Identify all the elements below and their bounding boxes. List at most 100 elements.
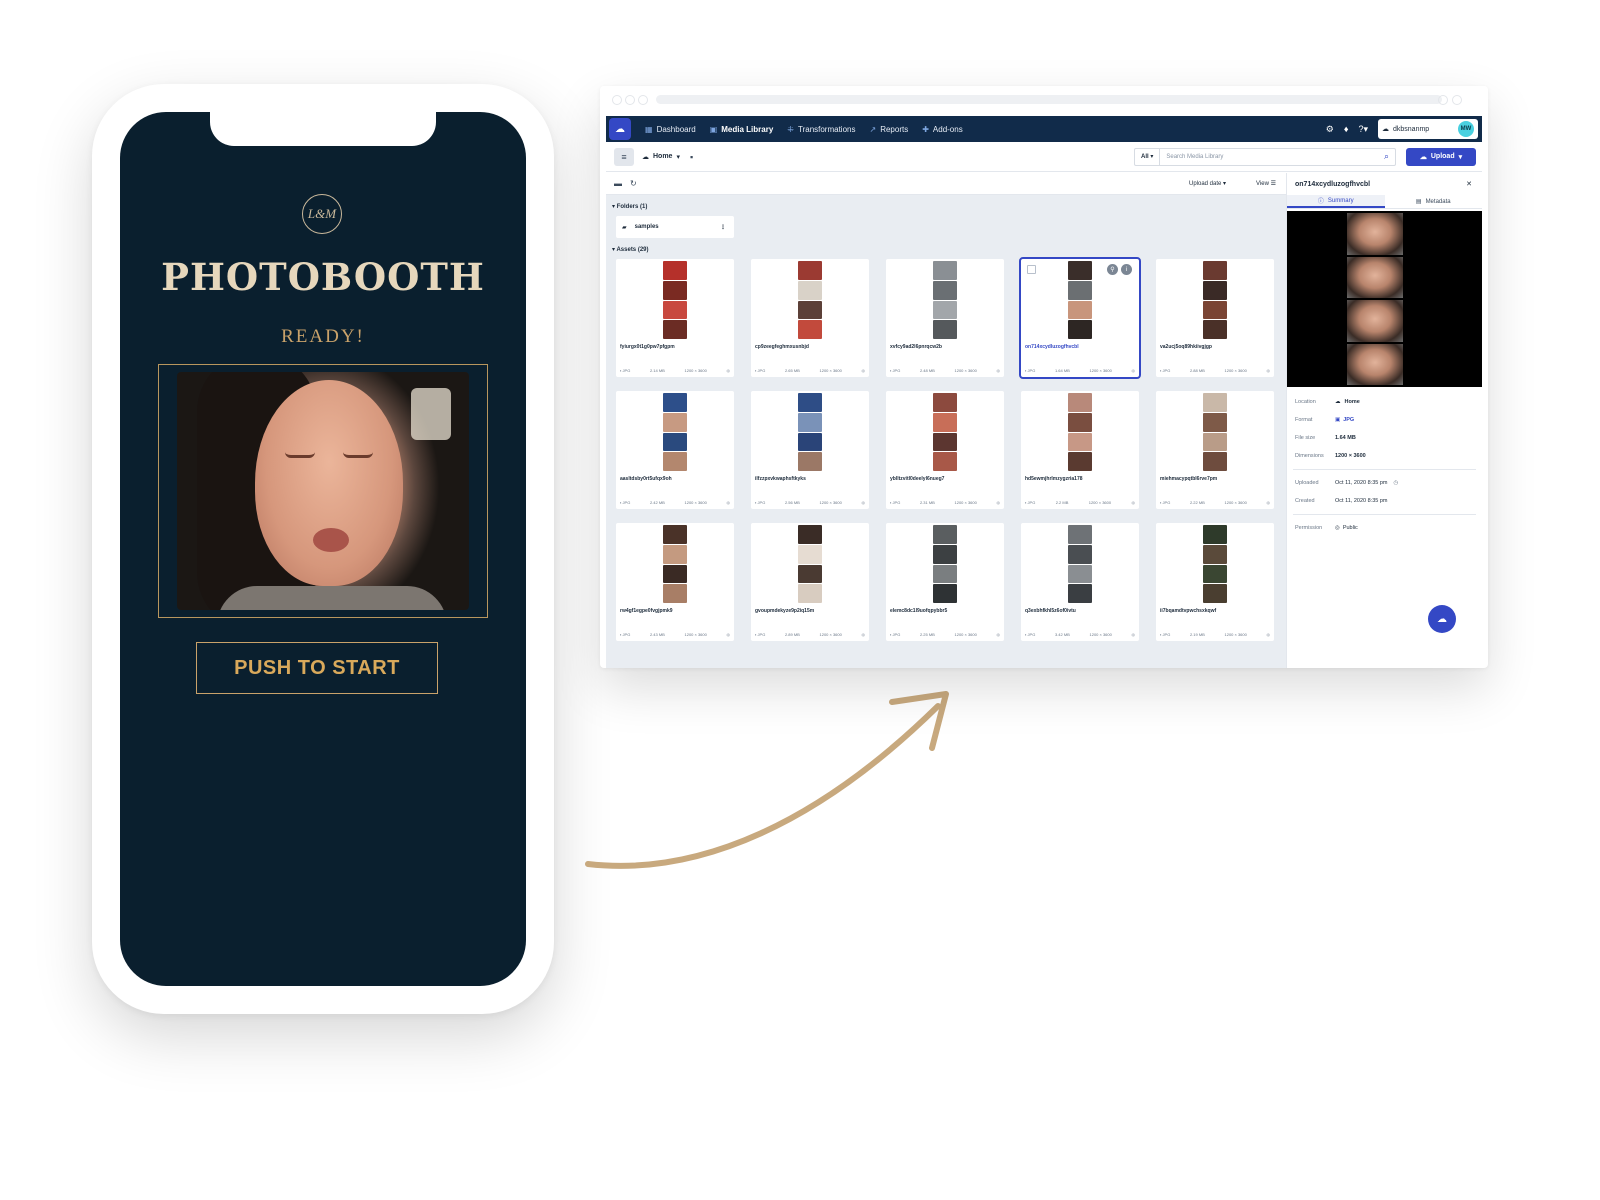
- account-switcher[interactable]: ☁ dkbsnanmp MW: [1378, 119, 1478, 139]
- asset-size: 2.14 MB: [649, 368, 665, 373]
- asset-thumbnail: [1068, 393, 1092, 471]
- asset-card[interactable]: gvoupmdekyze9p2iq15m ▪ JPG 2.89 MB 1200 × 3…: [751, 523, 869, 641]
- search-input[interactable]: Search Media Library: [1160, 154, 1384, 160]
- asset-name: q3exbhfkhl5z6of0ivtu: [1025, 608, 1076, 614]
- thumbnail-frame: [1203, 564, 1227, 584]
- asset-size: 3.42 MB: [1054, 632, 1070, 637]
- folder-name: samples: [634, 224, 659, 230]
- upload-button[interactable]: ☁ Upload ▾: [1406, 147, 1476, 166]
- thumbnail-frame: [1203, 412, 1227, 432]
- asset-dimensions: 1200 × 3600: [684, 632, 707, 637]
- close-icon[interactable]: ✕: [1466, 180, 1472, 188]
- asset-thumbnail: [663, 261, 687, 339]
- asset-meta: ▪ JPG 2.14 MB 1200 × 3600 ◎: [620, 368, 730, 373]
- folder-samples[interactable]: ▰ samples ⋮: [616, 216, 734, 238]
- thumbnail-frame: [1203, 525, 1227, 544]
- nav-right-tools: ⚙ ♦ ?▾ ☁ dkbsnanmp MW: [1326, 119, 1482, 139]
- divider: [1293, 469, 1476, 470]
- thumbnail-frame: [933, 261, 957, 280]
- asset-thumbnail: [1068, 525, 1092, 603]
- link-icon[interactable]: ⚲: [1107, 264, 1118, 275]
- assets-section-label[interactable]: ▾ Assets (29): [612, 246, 1286, 253]
- asset-name: yblltzvitl0deelyl6nueg7: [890, 476, 945, 482]
- asset-card[interactable]: aasltdsby0rt5ufqx9oh ▪ JPG 2.42 MB 1200 × 3…: [616, 391, 734, 509]
- upload-label: Upload: [1430, 153, 1455, 160]
- help-assistant-button[interactable]: ☁: [1428, 605, 1456, 633]
- asset-thumbnail: [798, 525, 822, 603]
- window-dot: [625, 95, 635, 105]
- notifications-icon[interactable]: ♦: [1344, 124, 1349, 134]
- asset-card[interactable]: xvfcy9ad2l6pnrqcw2b ▪ JPG 2.48 MB 1200 × 36…: [886, 259, 1004, 377]
- breadcrumb-home[interactable]: ☁ Home ▾: [642, 153, 680, 161]
- asset-card[interactable]: q3exbhfkhl5z6of0ivtu ▪ JPG 3.42 MB 1200 × 3…: [1021, 523, 1139, 641]
- tab-metadata[interactable]: ▤ Metadata: [1385, 195, 1483, 208]
- details-panel: on714xcydluzogfhvcbl ✕ ⓘ Summary ▤ Metadata…: [1286, 173, 1482, 668]
- asset-thumbnail: [933, 261, 957, 339]
- asset-card[interactable]: fyiurgx0t1g0pw7pfgpm ▪ JPG 2.14 MB 1200 × 3…: [616, 259, 734, 377]
- asset-size: 2.25 MB: [919, 632, 935, 637]
- sort-upload-date[interactable]: Upload date ▾: [1189, 180, 1226, 187]
- asset-card[interactable]: miehmacypqtbl6rve7pm ▪ JPG 2.22 MB 1200 × 3…: [1156, 391, 1274, 509]
- thumbnail-frame: [933, 320, 957, 339]
- globe-icon: ◎: [1131, 500, 1135, 505]
- thumbnail-frame: [1068, 432, 1092, 452]
- asset-card[interactable]: rw4gf1egpe0fvgjpmk9 ▪ JPG 2.43 MB 1200 × 36…: [616, 523, 734, 641]
- asset-format: ▪ JPG: [620, 368, 631, 373]
- folders-section-label[interactable]: ▾ Folders (1): [612, 203, 1286, 210]
- asset-name: on714xcydluzogfhvcbl: [1025, 344, 1079, 350]
- select-checkbox[interactable]: [1027, 265, 1036, 274]
- asset-card[interactable]: cp9zeegfeghmxusnbjd ▪ JPG 2.65 MB 1200 × 36…: [751, 259, 869, 377]
- cloud-logo-icon[interactable]: ☁: [609, 118, 631, 140]
- gear-icon[interactable]: ⚙: [1326, 124, 1334, 135]
- refresh-icon[interactable]: ↻: [630, 179, 637, 188]
- address-bar[interactable]: [656, 95, 1442, 104]
- nav-reports[interactable]: ↗ Reports: [869, 125, 908, 134]
- view-toggle[interactable]: View ☰: [1256, 180, 1276, 187]
- asset-card[interactable]: yblltzvitl0deelyl6nueg7 ▪ JPG 2.31 MB 1200 …: [886, 391, 1004, 509]
- nav-addons[interactable]: ✚ Add-ons: [922, 125, 963, 134]
- sort-controls: Upload date ▾ View ☰: [1189, 180, 1276, 187]
- dashboard-icon: ▦: [645, 124, 653, 134]
- asset-thumbnail: [933, 525, 957, 603]
- menu-icon[interactable]: ≡: [614, 147, 634, 166]
- info-icon[interactable]: i: [1121, 264, 1132, 275]
- thumbnail-frame: [798, 452, 822, 471]
- thumbnail-frame: [1068, 412, 1092, 432]
- clock-icon: ◷: [1393, 480, 1399, 486]
- detail-location: Location ☁ Home: [1287, 393, 1482, 411]
- search-icon[interactable]: ⌕: [1384, 151, 1395, 162]
- nav-media-library[interactable]: ▣ Media Library: [710, 125, 774, 134]
- media-icon: ▣: [709, 124, 718, 134]
- help-icon[interactable]: ?▾: [1358, 124, 1368, 135]
- asset-card[interactable]: ii7bqamdtvpwchsxkqwf ▪ JPG 2.19 MB 1200 × 3…: [1156, 523, 1274, 641]
- push-to-start-button[interactable]: PUSH TO START: [196, 642, 438, 694]
- asset-name: cp9zeegfeghmxusnbjd: [755, 344, 809, 350]
- tab-summary[interactable]: ⓘ Summary: [1287, 195, 1385, 208]
- asset-card[interactable]: va2ucj5oq89hkiivgjgp ▪ JPG 2.88 MB 1200 × 3…: [1156, 259, 1274, 377]
- globe-icon: ◎: [1266, 500, 1271, 505]
- detail-permission: Permission ◎ Public: [1287, 519, 1482, 537]
- asset-dimensions: 1200 × 3600: [819, 368, 842, 373]
- folder-icon[interactable]: ▬: [614, 179, 622, 188]
- asset-format: ▪ JPG: [1025, 368, 1036, 373]
- asset-dimensions: 1200 × 3600: [1224, 632, 1247, 637]
- thumbnail-frame: [798, 584, 822, 603]
- more-icon[interactable]: ⋮: [720, 224, 726, 231]
- asset-card[interactable]: ⚲ i on714xcydluzogfhvcbl ▪ JPG 1.64 MB 1200 ×…: [1019, 257, 1141, 379]
- asset-card[interactable]: ilfzzpxvkwaphsftkyks ▪ JPG 2.56 MB 1200 × 3…: [751, 391, 869, 509]
- search-bar[interactable]: All ▾ Search Media Library ⌕: [1134, 147, 1396, 166]
- thumbnail-frame: [933, 584, 957, 603]
- asset-meta: ▪ JPG 2.43 MB 1200 × 3600 ◎: [620, 632, 730, 637]
- nav-dashboard[interactable]: ▦ Dashboard: [645, 125, 696, 134]
- asset-card[interactable]: elemc8dc1l9uofqpybbr5 ▪ JPG 2.25 MB 1200 × …: [886, 523, 1004, 641]
- stage: L&M PHOTOBOOTH READY! PUSH TO START ☁ ▦ …: [0, 0, 1600, 1200]
- nav-transformations[interactable]: ⁜ Transformations: [787, 125, 855, 134]
- thumbnail-frame: [933, 525, 957, 544]
- search-filter-all[interactable]: All ▾: [1135, 148, 1161, 165]
- globe-icon: ◎: [726, 500, 731, 505]
- asset-thumbnail: [663, 393, 687, 471]
- new-folder-icon[interactable]: ▪: [690, 152, 693, 162]
- strip-frame: [1347, 213, 1403, 255]
- avatar[interactable]: MW: [1458, 121, 1474, 137]
- asset-card[interactable]: hd5ewmjhrlmzygzria178 ▪ JPG 2.2 MB 1200 × 3…: [1021, 391, 1139, 509]
